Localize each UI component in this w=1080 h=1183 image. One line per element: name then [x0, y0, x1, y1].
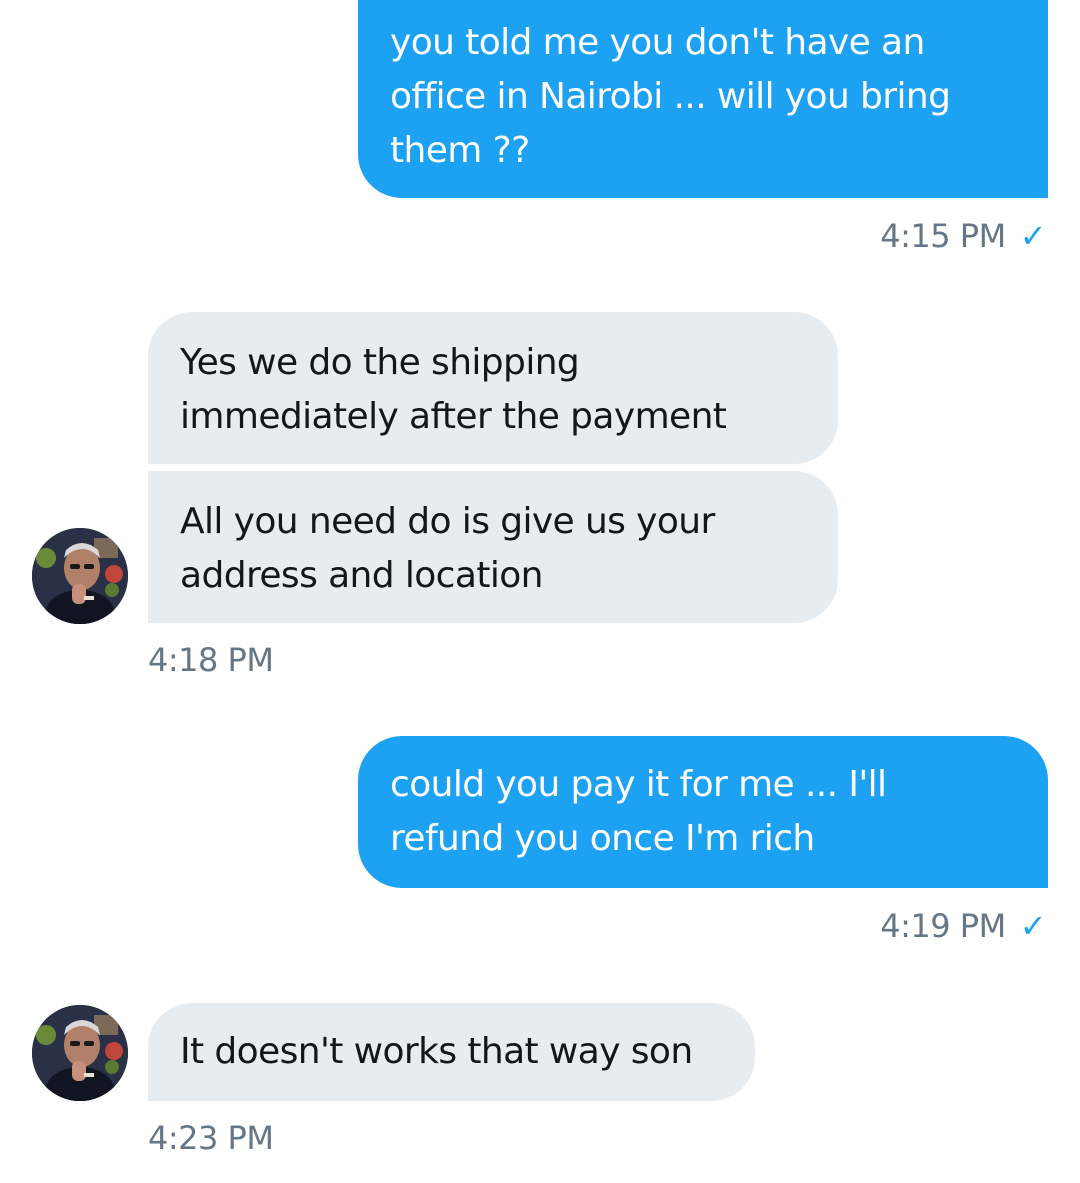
message-timestamp: 4:23 PM: [148, 1118, 274, 1158]
message-text-line: could you pay it for me ... I'll: [390, 764, 887, 805]
check-icon: ✓: [1019, 907, 1047, 945]
message-text-line: office in Nairobi ... will you bring: [390, 76, 951, 117]
message-text-line: Yes we do the shipping: [180, 342, 580, 383]
message-bubble-sent[interactable]: you told me you don't have an office in …: [358, 0, 1048, 198]
message-text-line: refund you once I'm rich: [390, 818, 815, 859]
timestamp-text: 4:23 PM: [148, 1119, 274, 1157]
check-icon: ✓: [1019, 217, 1047, 255]
message-bubble-received[interactable]: All you need do is give us your address …: [148, 471, 838, 623]
timestamp-text: 4:19 PM: [880, 907, 1006, 945]
avatar-image: [32, 1005, 128, 1101]
message-timestamp: 4:18 PM: [148, 640, 274, 680]
message-text-line: immediately after the payment: [180, 396, 727, 437]
avatar-image: [32, 528, 128, 624]
message-text-line: All you need do is give us your: [180, 501, 715, 542]
message-text-line: It doesn't works that way son: [180, 1031, 693, 1072]
message-bubble-sent[interactable]: could you pay it for me ... I'll refund …: [358, 736, 1048, 888]
message-text-line: address and location: [180, 555, 543, 596]
timestamp-text: 4:18 PM: [148, 641, 274, 679]
message-text-line: them ??: [390, 130, 530, 171]
avatar[interactable]: [32, 528, 128, 624]
avatar[interactable]: [32, 1005, 128, 1101]
message-timestamp: 4:19 PM ✓: [880, 906, 1046, 946]
message-bubble-received[interactable]: It doesn't works that way son: [148, 1003, 755, 1101]
message-bubble-received[interactable]: Yes we do the shipping immediately after…: [148, 312, 838, 464]
timestamp-text: 4:15 PM: [880, 217, 1006, 255]
message-text-line: you told me you don't have an: [390, 22, 925, 63]
message-timestamp: 4:15 PM ✓: [880, 216, 1046, 256]
